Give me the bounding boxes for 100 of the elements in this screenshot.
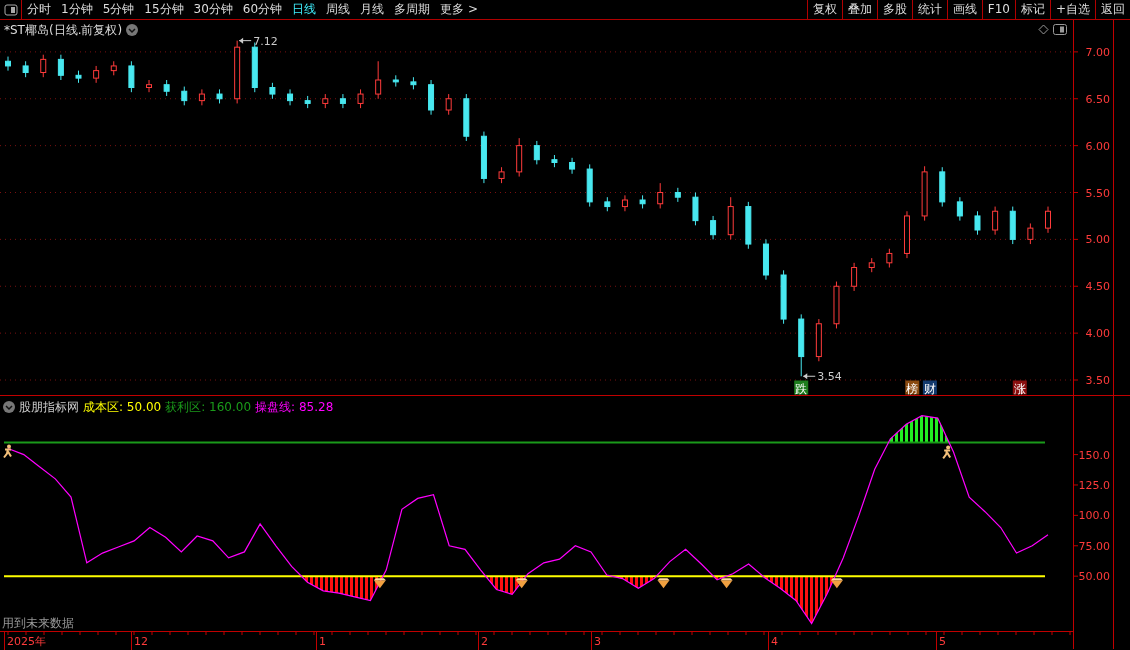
candlestick (956, 196, 963, 222)
period-tab[interactable]: 多周期 (389, 0, 436, 19)
candlestick (428, 79, 435, 116)
diamond-icon (373, 578, 386, 589)
candlestick (445, 93, 452, 116)
candlestick (639, 194, 646, 209)
toolbar-button[interactable]: 画线 (946, 0, 982, 19)
candlestick (815, 318, 822, 362)
period-tab[interactable]: 1分钟 (56, 0, 98, 19)
price-extreme-label: 7.12 (253, 34, 278, 48)
candlestick (621, 194, 628, 212)
candlestick (480, 131, 487, 184)
indicator-axis-label: 50.00 (1078, 570, 1110, 584)
event-tag: 涨 (1012, 380, 1027, 395)
candlestick (727, 196, 734, 240)
indicator-legend-item: 获利区: 160.00 (165, 399, 252, 416)
candlestick (22, 60, 29, 78)
candlestick (339, 93, 346, 109)
candlestick (163, 79, 170, 97)
future-data-note: 用到未来数据 (2, 615, 74, 632)
candlestick (128, 60, 135, 93)
candlestick (322, 93, 329, 109)
date-axis-label: 3 (594, 635, 601, 648)
toolbar-button[interactable]: 标记 (1014, 0, 1050, 19)
price-extreme-label: 3.54 (817, 370, 842, 384)
period-tab[interactable]: 周线 (321, 0, 356, 19)
toolbar-button[interactable]: 统计 (911, 0, 947, 19)
indicator-name: 股朋指标网 (19, 399, 79, 416)
candlestick (569, 157, 576, 175)
candlestick (692, 192, 699, 226)
candlestick (1045, 206, 1051, 234)
candlestick (798, 313, 805, 377)
candlestick (710, 215, 717, 240)
date-axis-label: 5 (939, 635, 946, 648)
diamond-outline-icon[interactable] (1038, 24, 1049, 35)
date-axis-label: 12 (134, 635, 148, 648)
candlestick (604, 196, 611, 212)
candlestick (498, 166, 505, 184)
toolbar-button[interactable]: F10 (981, 0, 1015, 19)
indicator-axis-label: 125.0 (1078, 479, 1110, 492)
diamond-icon (515, 578, 528, 589)
runner-icon (3, 444, 12, 459)
candlestick (516, 137, 523, 178)
price-axis-label: 5.50 (1085, 186, 1110, 200)
toolbar-button[interactable]: 返回 (1095, 0, 1130, 19)
period-tab[interactable]: 30分钟 (188, 0, 238, 19)
candlestick (762, 238, 769, 281)
event-tag: 榜 (905, 380, 920, 395)
price-axis-label: 6.00 (1085, 139, 1110, 153)
dropdown-icon[interactable] (126, 24, 139, 36)
candlestick (75, 70, 82, 84)
toolbar-button[interactable]: 复权 (806, 0, 842, 19)
candlestick (1009, 206, 1016, 245)
period-tab[interactable]: 更多 > (435, 0, 483, 19)
price-axis-label: 3.50 (1085, 374, 1110, 387)
period-tab[interactable]: 分时 (22, 0, 56, 19)
period-tab[interactable]: 5分钟 (97, 0, 140, 19)
period-tab[interactable]: 15分钟 (139, 0, 189, 19)
price-axis-label: 4.50 (1085, 280, 1110, 294)
indicator-legend-item: 成本区: 50.00 (83, 399, 162, 416)
price-axis-label: 6.50 (1085, 92, 1110, 106)
candlestick (463, 93, 470, 142)
candlestick (904, 210, 910, 259)
price-axis-label: 5.00 (1085, 233, 1110, 247)
candlestick (304, 95, 311, 109)
event-tag: 跌 (794, 380, 809, 395)
candlestick (533, 140, 540, 165)
indicator-axis-label: 100.0 (1078, 509, 1110, 523)
candlestick (110, 60, 117, 76)
period-tab[interactable]: 月线 (355, 0, 390, 19)
candlestick (40, 54, 47, 78)
diamond-icon (830, 578, 843, 589)
candlestick (921, 165, 928, 222)
panel-toggle-icon[interactable] (1053, 24, 1067, 35)
diamond-icon (720, 578, 733, 589)
candlestick (780, 269, 787, 325)
candlestick (745, 201, 752, 250)
candlestick (392, 74, 399, 88)
indicator-axis-label: 150.0 (1078, 448, 1110, 462)
runner-icon (942, 445, 952, 460)
price-marker-arrow (238, 37, 252, 44)
candlestick (657, 182, 664, 209)
candlestick (357, 88, 364, 109)
candlestick (886, 248, 893, 268)
candlestick (269, 82, 276, 100)
candlestick (939, 166, 946, 208)
candlestick (1027, 222, 1034, 245)
date-axis-label: 4 (771, 635, 778, 648)
candlestick (586, 163, 593, 208)
candlestick (851, 262, 858, 292)
date-axis-label: 2025年 (7, 635, 46, 648)
date-axis-label: 2 (481, 635, 488, 648)
toolbar-button[interactable]: +自选 (1049, 0, 1095, 19)
collapse-icon[interactable] (3, 401, 15, 413)
toolbar-button[interactable]: 多股 (876, 0, 912, 19)
indicator-axis-label: 75.00 (1078, 539, 1110, 553)
period-tab[interactable]: 日线 (287, 0, 322, 19)
period-tab[interactable]: 60分钟 (237, 0, 288, 19)
indicator-legend-item: 操盘线: 85.28 (255, 399, 334, 416)
toolbar-button[interactable]: 叠加 (841, 0, 877, 19)
